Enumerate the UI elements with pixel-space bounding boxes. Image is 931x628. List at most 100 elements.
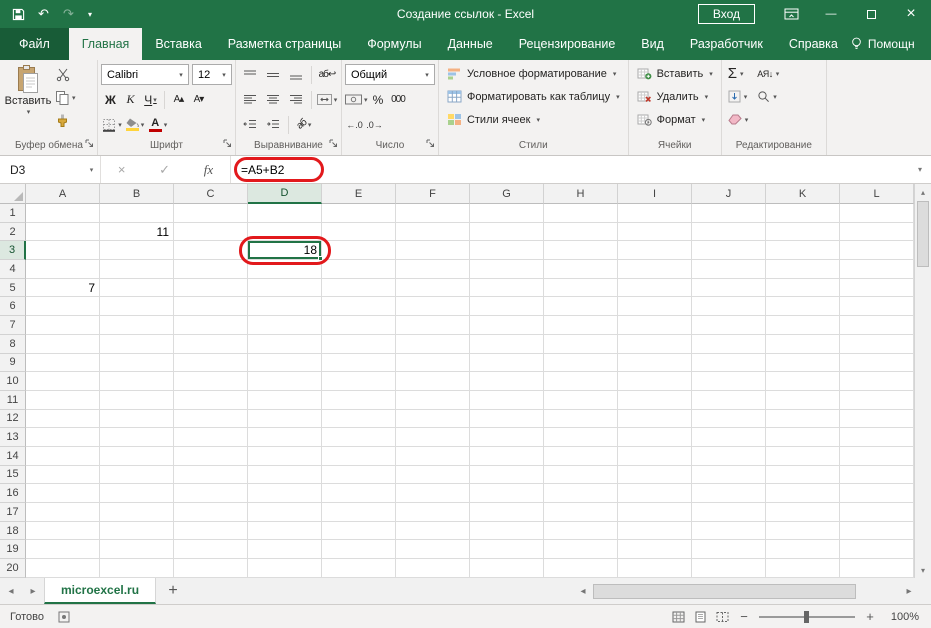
cell-A3[interactable] <box>26 241 100 261</box>
cell-J18[interactable] <box>692 521 766 541</box>
cell-I2[interactable] <box>618 222 692 242</box>
cell-K13[interactable] <box>766 428 840 447</box>
tab-разработчик[interactable]: Разработчик <box>677 28 776 60</box>
format-painter-button[interactable] <box>52 109 80 132</box>
cell-A4[interactable] <box>26 260 100 279</box>
cell-C4[interactable] <box>174 260 248 279</box>
decrease-decimal-button[interactable]: .0→ <box>365 114 384 135</box>
row-header-20[interactable]: 20 <box>0 559 26 578</box>
tab-вставка[interactable]: Вставка <box>142 28 214 60</box>
column-header-D[interactable]: D <box>248 184 322 204</box>
tab-разметка-страницы[interactable]: Разметка страницы <box>215 28 354 60</box>
cell-L15[interactable] <box>840 465 914 485</box>
cell-K19[interactable] <box>766 540 840 560</box>
row-header-10[interactable]: 10 <box>0 372 26 391</box>
cell-L1[interactable] <box>840 204 914 223</box>
cell-G9[interactable] <box>470 353 544 373</box>
tab-формулы[interactable]: Формулы <box>354 28 434 60</box>
cell-B7[interactable] <box>100 316 174 335</box>
cell-G14[interactable] <box>470 446 544 466</box>
customize-qat-button[interactable]: ▾ <box>81 0 99 28</box>
cell-D2[interactable] <box>248 222 322 242</box>
underline-button[interactable]: Ч ▾ <box>141 89 160 110</box>
cell-E11[interactable] <box>322 390 396 410</box>
cell-J15[interactable] <box>692 465 766 485</box>
cell-A11[interactable] <box>26 390 100 410</box>
cell-G3[interactable] <box>470 241 544 261</box>
cell-J13[interactable] <box>692 428 766 447</box>
cell-L5[interactable] <box>840 278 914 298</box>
cell-C1[interactable] <box>174 204 248 223</box>
column-header-I[interactable]: I <box>618 184 692 204</box>
row-header-18[interactable]: 18 <box>0 521 26 541</box>
tab-главная[interactable]: Главная <box>68 28 143 60</box>
cell-A7[interactable] <box>26 316 100 335</box>
autosum-button[interactable]: Σ ▾ <box>725 62 752 85</box>
number-dialog-launcher[interactable] <box>426 139 435 153</box>
zoom-in-button[interactable]: + <box>864 609 876 624</box>
cell-H14[interactable] <box>544 446 618 466</box>
cell-J3[interactable] <box>692 241 766 261</box>
cell-A10[interactable] <box>26 372 100 391</box>
cell-I11[interactable] <box>618 390 692 410</box>
cell-G7[interactable] <box>470 316 544 335</box>
cell-B19[interactable] <box>100 540 174 560</box>
cell-H1[interactable] <box>544 204 618 223</box>
cell-I14[interactable] <box>618 446 692 466</box>
cell-F10[interactable] <box>396 372 470 391</box>
wrap-text-button[interactable]: аб↩ <box>316 64 338 85</box>
minimize-button[interactable]: — <box>811 0 851 28</box>
cell-K17[interactable] <box>766 503 840 522</box>
align-bottom-button[interactable] <box>285 64 307 85</box>
cell-B8[interactable] <box>100 334 174 354</box>
cell-E4[interactable] <box>322 260 396 279</box>
increase-indent-button[interactable] <box>262 114 284 135</box>
cell-H4[interactable] <box>544 260 618 279</box>
cell-H7[interactable] <box>544 316 618 335</box>
horizontal-scrollbar-thumb[interactable] <box>593 583 857 599</box>
tab-вид[interactable]: Вид <box>628 28 677 60</box>
cell-D17[interactable] <box>248 503 322 522</box>
row-header-7[interactable]: 7 <box>0 316 26 335</box>
cell-I16[interactable] <box>618 484 692 503</box>
cell-C15[interactable] <box>174 465 248 485</box>
cell-G18[interactable] <box>470 521 544 541</box>
horizontal-scrollbar-track[interactable] <box>593 583 899 599</box>
cell-G13[interactable] <box>470 428 544 447</box>
cell-H13[interactable] <box>544 428 618 447</box>
cell-H17[interactable] <box>544 503 618 522</box>
cell-A14[interactable] <box>26 446 100 466</box>
cell-J6[interactable] <box>692 297 766 317</box>
cell-A1[interactable] <box>26 204 100 223</box>
cell-L14[interactable] <box>840 446 914 466</box>
column-header-J[interactable]: J <box>692 184 766 204</box>
cell-D9[interactable] <box>248 353 322 373</box>
cell-H12[interactable] <box>544 409 618 429</box>
cell-E1[interactable] <box>322 204 396 223</box>
cell-B15[interactable] <box>100 465 174 485</box>
cell-C2[interactable] <box>174 222 248 242</box>
cell-H8[interactable] <box>544 334 618 354</box>
cell-L9[interactable] <box>840 353 914 373</box>
scroll-right-icon[interactable]: ▸ <box>901 586 917 597</box>
cell-A6[interactable] <box>26 297 100 317</box>
cell-B17[interactable] <box>100 503 174 522</box>
cell-G1[interactable] <box>470 204 544 223</box>
cell-L8[interactable] <box>840 334 914 354</box>
cell-B13[interactable] <box>100 428 174 447</box>
cancel-entry-button[interactable]: × <box>118 162 126 177</box>
cell-E19[interactable] <box>322 540 396 560</box>
sheet-tab-active[interactable]: microexcel.ru <box>44 578 157 604</box>
cell-J14[interactable] <box>692 446 766 466</box>
cell-A12[interactable] <box>26 409 100 429</box>
font-dialog-launcher[interactable] <box>223 139 232 153</box>
cell-E7[interactable] <box>322 316 396 335</box>
cell-D8[interactable] <box>248 334 322 354</box>
cell-K10[interactable] <box>766 372 840 391</box>
row-header-13[interactable]: 13 <box>0 428 26 447</box>
row-header-1[interactable]: 1 <box>0 204 26 223</box>
cell-F18[interactable] <box>396 521 470 541</box>
cell-B11[interactable] <box>100 390 174 410</box>
cell-F7[interactable] <box>396 316 470 335</box>
cell-K20[interactable] <box>766 559 840 578</box>
